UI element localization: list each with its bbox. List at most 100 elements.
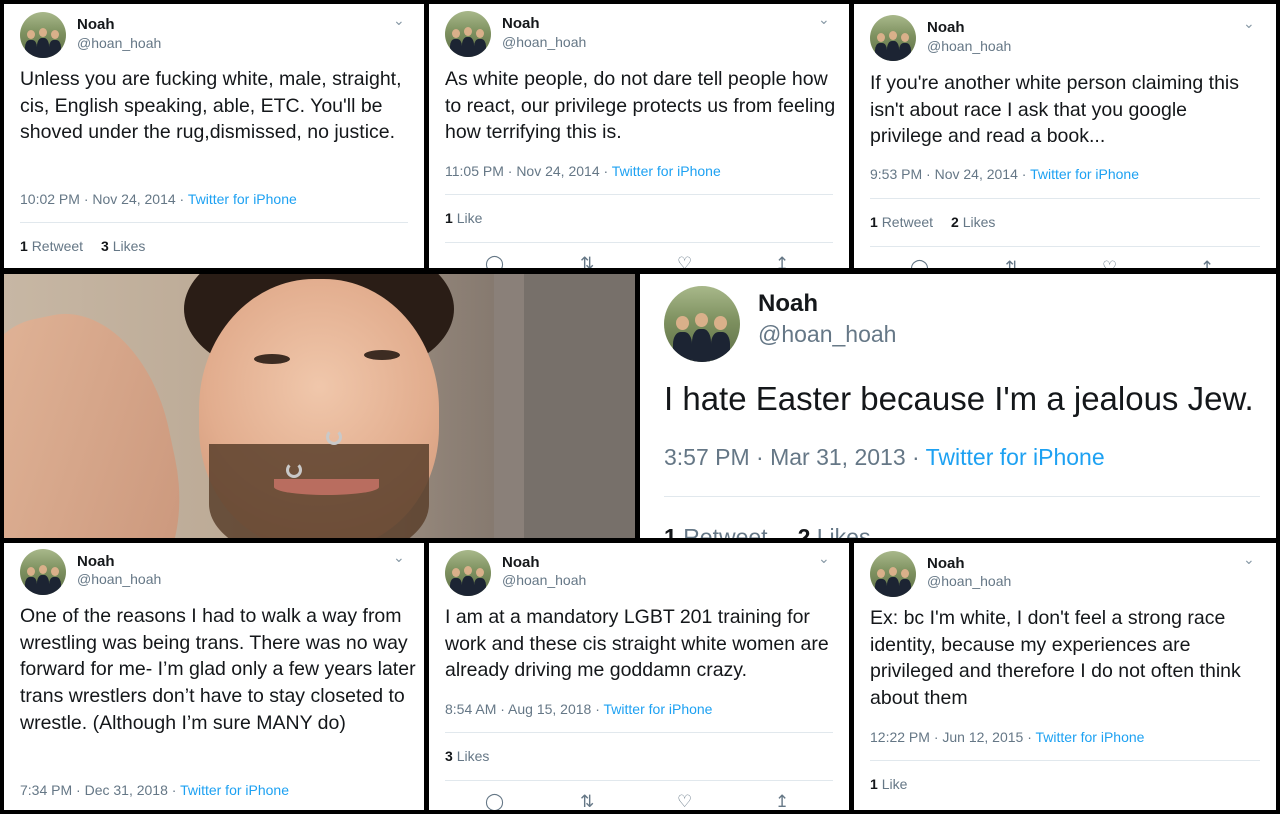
tweet-card[interactable]: Noah @hoan_hoah I hate Easter because I'… (640, 274, 1276, 538)
lip-ring (286, 462, 302, 478)
author-handle[interactable]: @hoan_hoah (927, 38, 1011, 54)
author-handle[interactable]: @hoan_hoah (502, 572, 586, 588)
chevron-down-icon[interactable]: ⌄ (1243, 15, 1255, 32)
action-bar: ◯ ⇅ ♡ ↥ (445, 792, 833, 810)
avatar[interactable] (664, 286, 740, 362)
divider (870, 198, 1260, 199)
like-count: 2 (797, 524, 811, 538)
author-handle[interactable]: @hoan_hoah (758, 321, 896, 348)
engagement-stats: 3 Likes (445, 748, 489, 764)
like-label: Like (881, 776, 908, 792)
tweet-text: I am at a mandatory LGBT 201 training fo… (445, 606, 829, 682)
author-name[interactable]: Noah (927, 19, 965, 36)
retweet-icon[interactable]: ⇅ (1005, 258, 1019, 268)
avatar[interactable] (445, 11, 491, 57)
chevron-down-icon[interactable]: ⌄ (393, 549, 405, 566)
heart-icon[interactable]: ♡ (677, 792, 692, 810)
author-name[interactable]: Noah (77, 553, 115, 570)
retweet-count-link[interactable]: 1 Retweet (20, 238, 83, 254)
like-count-link[interactable]: 2 Likes (951, 214, 995, 230)
timestamp-text[interactable]: 7:34 PM · Dec 31, 2018 · (20, 782, 180, 798)
like-count-link[interactable]: 3 Likes (101, 238, 145, 254)
selfie-photo (4, 274, 635, 538)
author-name[interactable]: Noah (502, 15, 540, 32)
chevron-down-icon[interactable]: ⌄ (393, 12, 405, 29)
tweet-card[interactable]: Noah @hoan_hoah ⌄ One of the reasons I h… (4, 543, 424, 810)
avatar[interactable] (870, 15, 916, 61)
reply-icon[interactable]: ◯ (910, 258, 929, 268)
tweet-timestamp: 7:34 PM · Dec 31, 2018 · Twitter for iPh… (20, 782, 289, 798)
author-handle[interactable]: @hoan_hoah (502, 34, 586, 50)
divider (870, 246, 1260, 247)
retweet-count-link[interactable]: 1 Retweet (870, 214, 933, 230)
timestamp-text[interactable]: 9:53 PM · Nov 24, 2014 · (870, 166, 1030, 182)
like-count-link[interactable]: 1 Like (445, 210, 482, 226)
tweet-timestamp: 11:05 PM · Nov 24, 2014 · Twitter for iP… (445, 163, 721, 179)
retweet-count-link[interactable]: 1 Retweet (664, 524, 768, 538)
chevron-down-icon[interactable]: ⌄ (818, 11, 830, 28)
author-name[interactable]: Noah (77, 16, 115, 33)
source-link[interactable]: Twitter for iPhone (926, 444, 1105, 470)
tattooed-arm (4, 296, 204, 538)
retweet-label: Retweet (683, 524, 768, 538)
share-icon[interactable]: ↥ (775, 792, 789, 810)
tweet-text: I hate Easter because I'm a jealous Jew. (664, 380, 1254, 417)
retweet-label: Retweet (881, 214, 934, 230)
action-bar: ◯ ⇅ ♡ ↥ (445, 254, 833, 268)
tweet-card[interactable]: Noah @hoan_hoah ⌄ Unless you are fucking… (4, 4, 424, 268)
like-count-link[interactable]: 3 Likes (445, 748, 489, 764)
timestamp-text[interactable]: 3:57 PM · Mar 31, 2013 · (664, 444, 926, 470)
retweet-count: 1 (870, 214, 878, 230)
tweet-timestamp: 12:22 PM · Jun 12, 2015 · Twitter for iP… (870, 729, 1144, 745)
divider (445, 194, 833, 195)
author-handle[interactable]: @hoan_hoah (77, 571, 161, 587)
divider (445, 242, 833, 243)
retweet-icon[interactable]: ⇅ (580, 254, 594, 268)
heart-icon[interactable]: ♡ (677, 254, 692, 268)
timestamp-text[interactable]: 8:54 AM · Aug 15, 2018 · (445, 701, 604, 717)
source-link[interactable]: Twitter for iPhone (612, 163, 721, 179)
chevron-down-icon[interactable]: ⌄ (818, 550, 830, 567)
author-name[interactable]: Noah (927, 555, 965, 572)
heart-icon[interactable]: ♡ (1102, 258, 1117, 268)
tweet-text: If you're another white person claiming … (870, 72, 1239, 148)
like-count-link[interactable]: 1 Like (870, 776, 907, 792)
tweet-card[interactable]: Noah @hoan_hoah ⌄ I am at a mandatory LG… (429, 543, 849, 810)
source-link[interactable]: Twitter for iPhone (180, 782, 289, 798)
source-link[interactable]: Twitter for iPhone (1036, 729, 1145, 745)
chevron-down-icon[interactable]: ⌄ (1243, 551, 1255, 568)
tweet-timestamp: 3:57 PM · Mar 31, 2013 · Twitter for iPh… (664, 444, 1105, 471)
avatar[interactable] (20, 12, 66, 58)
avatar[interactable] (870, 551, 916, 597)
divider (20, 222, 408, 223)
like-count-link[interactable]: 2 Likes (798, 524, 871, 538)
tweet-text: As white people, do not dare tell people… (445, 68, 836, 144)
like-count: 1 (445, 210, 453, 226)
divider (870, 760, 1260, 761)
like-label: Likes (456, 748, 490, 764)
reply-icon[interactable]: ◯ (485, 792, 504, 810)
tweet-card[interactable]: Noah @hoan_hoah ⌄ If you're another whit… (854, 4, 1276, 268)
divider (664, 496, 1260, 497)
author-handle[interactable]: @hoan_hoah (927, 573, 1011, 589)
tweet-card[interactable]: Noah @hoan_hoah ⌄ Ex: bc I'm white, I do… (854, 543, 1276, 810)
author-name[interactable]: Noah (502, 554, 540, 571)
timestamp-text[interactable]: 12:22 PM · Jun 12, 2015 · (870, 729, 1036, 745)
timestamp-text[interactable]: 10:02 PM · Nov 24, 2014 · (20, 191, 188, 207)
share-icon[interactable]: ↥ (1200, 258, 1214, 268)
source-link[interactable]: Twitter for iPhone (1030, 166, 1139, 182)
author-name[interactable]: Noah (758, 290, 818, 318)
timestamp-text[interactable]: 11:05 PM · Nov 24, 2014 · (445, 163, 612, 179)
tweet-text: Unless you are fucking white, male, stra… (20, 68, 402, 144)
retweet-icon[interactable]: ⇅ (580, 792, 594, 810)
tweet-card[interactable]: Noah @hoan_hoah ⌄ As white people, do no… (429, 4, 849, 268)
avatar[interactable] (445, 550, 491, 596)
source-link[interactable]: Twitter for iPhone (188, 191, 297, 207)
source-link[interactable]: Twitter for iPhone (604, 701, 713, 717)
author-handle[interactable]: @hoan_hoah (77, 35, 161, 51)
share-icon[interactable]: ↥ (775, 254, 789, 268)
reply-icon[interactable]: ◯ (485, 254, 504, 268)
engagement-stats: 1 Like (870, 776, 907, 792)
avatar[interactable] (20, 549, 66, 595)
tweet-timestamp: 8:54 AM · Aug 15, 2018 · Twitter for iPh… (445, 701, 712, 717)
